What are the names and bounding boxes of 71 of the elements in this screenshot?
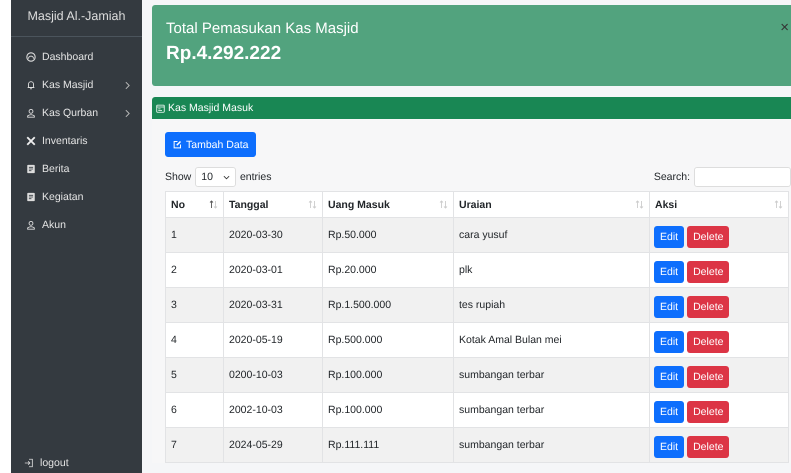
show-label: Show (165, 171, 192, 183)
bell-icon (26, 80, 36, 90)
table-cell: Rp.50.000 (322, 218, 454, 252)
total-title: Total Pemasukan Kas Masjid (166, 20, 360, 37)
calendar-icon (156, 104, 165, 112)
sidebar-item[interactable]: Berita (11, 155, 142, 183)
delete-button[interactable]: Delete (687, 436, 730, 458)
table-cell: cara yusuf (454, 218, 650, 252)
sidebar-item[interactable]: Dashboard (11, 43, 142, 71)
logout-link[interactable]: logout (11, 455, 142, 473)
table-cell: Rp.1.500.000 (322, 288, 454, 322)
edit-button[interactable]: Edit (654, 401, 684, 423)
edit-button[interactable]: Edit (654, 226, 684, 248)
table-cell: sumbangan terbar (454, 358, 650, 392)
sidebar-item[interactable]: Kegiatan (11, 183, 142, 211)
tools-icon (26, 136, 36, 146)
column-header[interactable]: Tanggal (224, 192, 322, 218)
search-field[interactable] (694, 167, 791, 187)
search-label: Search: (654, 171, 690, 183)
table-cell: Rp.111.111 (322, 428, 454, 462)
entries-select[interactable]: 10 (195, 167, 236, 187)
edit-icon (173, 140, 182, 149)
table-cell: tes rupiah (454, 288, 650, 322)
table-cell: 2020-03-30 (224, 218, 322, 252)
entries-label: entries (240, 171, 272, 183)
sidebar-item[interactable]: Akun (11, 211, 142, 239)
dashboard-icon (26, 52, 36, 62)
delete-button[interactable]: Delete (687, 331, 730, 353)
column-header[interactable]: Aksi (650, 192, 788, 218)
add-data-button[interactable]: Tambah Data (165, 132, 256, 157)
sidebar-label: Kas Qurban (42, 107, 100, 119)
delete-button[interactable]: Delete (687, 366, 730, 388)
sidebar-label: Akun (42, 219, 67, 231)
sidebar-label: Berita (42, 163, 70, 175)
delete-button[interactable]: Delete (687, 261, 730, 283)
column-header[interactable]: Uraian (454, 192, 650, 218)
sidebar-label: Kegiatan (42, 191, 84, 203)
document-icon (26, 164, 36, 174)
table-cell: 3 (166, 288, 224, 322)
panel-title: Kas Masjid Masuk (168, 102, 254, 114)
delete-button[interactable]: Delete (687, 226, 730, 248)
edit-button[interactable]: Edit (654, 436, 684, 458)
sidebar-item[interactable]: Kas Masjid (11, 71, 142, 99)
document-icon (26, 192, 36, 202)
table-cell: 2024-05-29 (224, 428, 322, 462)
sidebar-label: Inventaris (42, 135, 89, 147)
chevron-down-icon (222, 174, 230, 180)
sidebar-item[interactable]: Inventaris (11, 127, 142, 155)
user-icon (26, 220, 36, 230)
table-cell: sumbangan terbar (454, 428, 650, 462)
sidebar-label: Dashboard (42, 51, 94, 63)
column-header[interactable]: No (166, 192, 224, 218)
total-amount: Rp.4.292.222 (166, 43, 282, 65)
sidebar-item[interactable]: Kas Qurban (11, 99, 142, 127)
table-cell: 5 (166, 358, 224, 392)
table-cell: 2020-03-31 (224, 288, 322, 322)
delete-button[interactable]: Delete (687, 296, 730, 318)
delete-button[interactable]: Delete (687, 401, 730, 423)
edit-button[interactable]: Edit (654, 366, 684, 388)
table-cell: 1 (166, 218, 224, 252)
sidebar-label: Kas Masjid (42, 79, 94, 91)
table-cell: 7 (166, 428, 224, 462)
close-button[interactable]: × (780, 19, 789, 36)
edit-button[interactable]: Edit (654, 331, 684, 353)
edit-button[interactable]: Edit (654, 296, 684, 318)
logout-icon (24, 458, 34, 468)
table-cell: Rp.100.000 (322, 358, 454, 392)
user-icon (26, 108, 36, 118)
column-header[interactable]: Uang Masuk (322, 192, 454, 218)
table-cell: 0200-10-03 (224, 358, 322, 392)
edit-button[interactable]: Edit (654, 261, 684, 283)
